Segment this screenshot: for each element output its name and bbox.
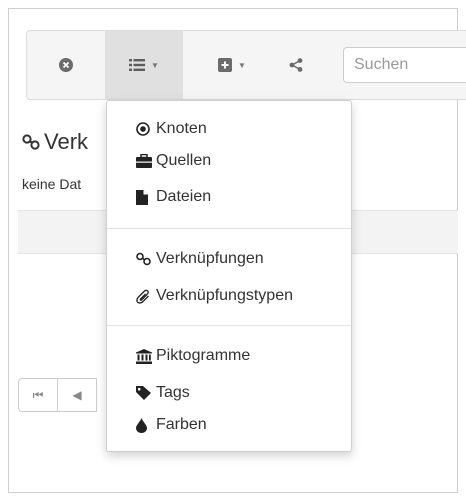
bank-icon bbox=[136, 348, 154, 364]
toolbar: ▼ ▼ bbox=[26, 30, 466, 100]
empty-state-text: keine Dat bbox=[22, 176, 82, 192]
add-dropdown-button[interactable]: ▼ bbox=[197, 31, 267, 99]
paperclip-icon bbox=[136, 289, 154, 304]
menu-item-label: Piktogramme bbox=[156, 347, 251, 364]
menu-item-piktogramme[interactable]: Piktogramme bbox=[136, 345, 250, 367]
menu-item-verknuepfungstypen[interactable]: Verknüpfungstypen bbox=[136, 285, 293, 307]
radio-dot-icon bbox=[136, 122, 154, 136]
menu-item-label: Dateien bbox=[156, 188, 212, 205]
page-title-text: Verk bbox=[44, 129, 89, 154]
search-input[interactable] bbox=[343, 47, 466, 83]
menu-item-label: Knoten bbox=[156, 120, 207, 137]
close-circle-icon bbox=[59, 58, 73, 72]
prev-page-button[interactable]: ◀ bbox=[57, 378, 97, 412]
menu-item-quellen[interactable]: Quellen bbox=[136, 150, 211, 172]
menu-divider bbox=[107, 228, 351, 229]
menu-item-label: Verknüpfungen bbox=[156, 250, 264, 267]
page-title: Verk bbox=[22, 129, 88, 155]
menu-item-label: Verknüpfungstypen bbox=[156, 287, 293, 304]
dropdown-menu: Knoten Quellen Dateien Verknüpfungen Ver… bbox=[106, 100, 352, 452]
menu-item-label: Quellen bbox=[156, 152, 212, 169]
list-icon bbox=[129, 59, 146, 71]
file-icon bbox=[136, 189, 154, 205]
menu-item-label: Tags bbox=[156, 384, 190, 401]
share-button[interactable] bbox=[267, 31, 325, 99]
tint-icon bbox=[136, 417, 154, 433]
prev-page-icon: ◀ bbox=[72, 388, 82, 402]
link-icon bbox=[22, 134, 40, 150]
tag-icon bbox=[136, 386, 154, 400]
menu-dropdown-button[interactable]: ▼ bbox=[105, 31, 183, 99]
close-button[interactable] bbox=[27, 31, 105, 99]
briefcase-icon bbox=[136, 154, 154, 168]
first-page-icon: ⏮ bbox=[32, 387, 44, 402]
link-icon bbox=[136, 252, 154, 266]
menu-item-dateien[interactable]: Dateien bbox=[136, 186, 211, 208]
first-page-button[interactable]: ⏮ bbox=[18, 378, 58, 412]
menu-item-farben[interactable]: Farben bbox=[136, 414, 207, 436]
share-icon bbox=[289, 58, 303, 72]
pagination: ⏮ ◀ bbox=[18, 378, 97, 412]
plus-square-icon bbox=[218, 58, 233, 72]
menu-item-knoten[interactable]: Knoten bbox=[136, 118, 207, 140]
menu-item-label: Farben bbox=[156, 416, 207, 433]
chevron-down-icon: ▼ bbox=[151, 60, 159, 70]
menu-item-tags[interactable]: Tags bbox=[136, 382, 190, 404]
menu-divider bbox=[107, 325, 351, 326]
chevron-down-icon: ▼ bbox=[238, 60, 246, 70]
menu-item-verknuepfungen[interactable]: Verknüpfungen bbox=[136, 248, 264, 270]
